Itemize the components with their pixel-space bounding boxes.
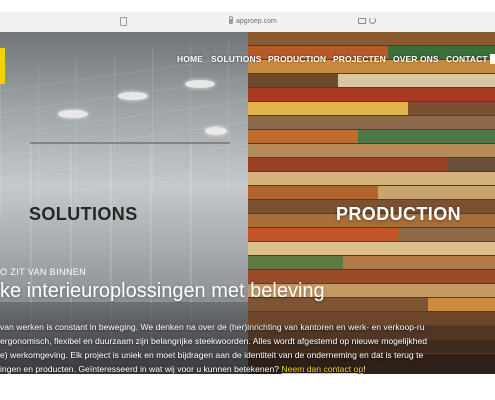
tab-icon[interactable]	[120, 17, 127, 26]
production-title[interactable]: PRODUCTION	[336, 204, 461, 225]
hero-tagline: ke interieuroplossingen met beleving	[0, 280, 325, 302]
hero-body-text: ingen en producten. Geïnteresseerd in wa…	[0, 364, 282, 374]
hero-body-line: van werken is constant in beweging. We d…	[0, 322, 425, 332]
lock-icon	[229, 16, 233, 24]
hero-eyebrow: O ZIT VAN BINNEN	[0, 267, 87, 277]
hero-body-line: e) werkomgeving. Elk project is uniek en…	[0, 350, 424, 360]
contact-link[interactable]: Neem dan contact op	[281, 364, 363, 374]
nav-over-ons[interactable]: OVER ONS	[393, 54, 439, 64]
main-nav: HOME SOLUTIONS PRODUCTION PROJECTEN OVER…	[0, 54, 495, 70]
hero-body: van werken is constant in beweging. We d…	[0, 320, 495, 374]
ceiling-lamp	[118, 92, 148, 100]
address-bar-url[interactable]: apgroep.com	[236, 17, 277, 26]
nav-projecten[interactable]: PROJECTEN	[333, 54, 386, 64]
hero-body-text: !	[363, 364, 366, 374]
solutions-title[interactable]: SOLUTIONS	[29, 204, 138, 225]
hero-section: HOME SOLUTIONS PRODUCTION PROJECTEN OVER…	[0, 32, 495, 374]
ceiling-lamp	[58, 110, 88, 118]
nav-production[interactable]: PRODUCTION	[268, 54, 326, 64]
nav-contact[interactable]: CONTACT	[446, 54, 488, 64]
reload-icon[interactable]	[369, 17, 376, 24]
nav-solutions[interactable]: SOLUTIONS	[211, 54, 262, 64]
hero-body-line: ingen en producten. Geïnteresseerd in wa…	[0, 362, 495, 374]
browser-toolbar: apgroep.com	[0, 12, 495, 33]
hero-body-line: ergonomisch, flexibel en duurzaam zijn b…	[0, 336, 428, 346]
nav-overflow-item[interactable]	[490, 54, 495, 64]
browser-window: apgroep.com HOME SOLUTIONS PRODUCTION PR…	[0, 12, 495, 374]
ceiling-lamp	[205, 127, 227, 135]
ceiling-lamp	[185, 80, 215, 88]
nav-home[interactable]: HOME	[177, 54, 203, 64]
extension-icon[interactable]	[358, 18, 366, 24]
